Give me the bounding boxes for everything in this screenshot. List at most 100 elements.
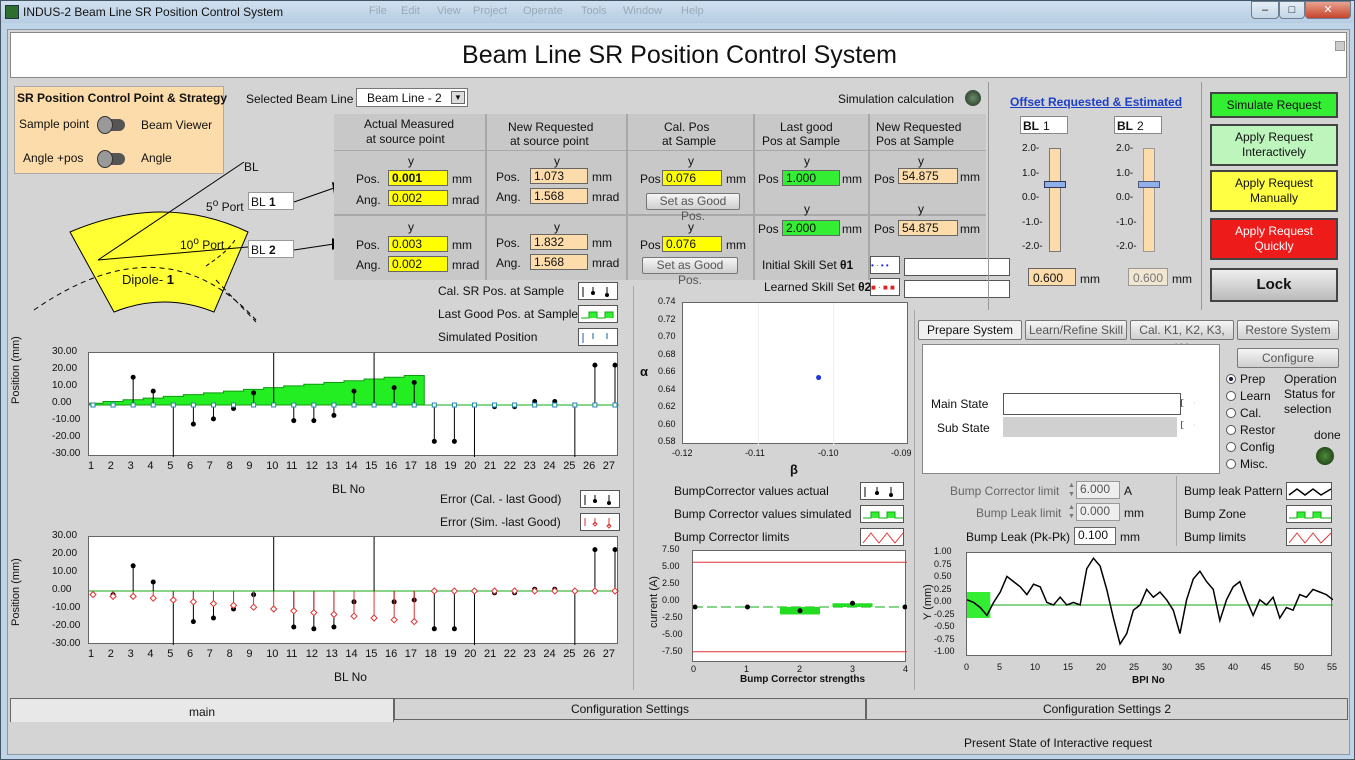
plot1-area[interactable]	[82, 352, 619, 457]
apply-manually-button[interactable]: Apply Request Manually	[1210, 170, 1338, 212]
tick-label: 5	[167, 460, 174, 472]
prepare-system-button[interactable]: Prepare System	[918, 320, 1022, 340]
sample-point-toggle[interactable]	[97, 116, 125, 134]
apply-quickly-button[interactable]: Apply Request Quickly	[1210, 218, 1338, 260]
tick-label: -20.00	[52, 431, 81, 442]
stem-point	[612, 362, 618, 368]
simulate-request-button[interactable]: Simulate Request	[1210, 92, 1338, 118]
tick-label: 30	[1162, 662, 1173, 672]
legend-err-cal-icon	[580, 490, 620, 508]
tick-label: 12	[305, 460, 319, 472]
menu-operate[interactable]: Operate	[523, 5, 563, 17]
port5-text: Port	[218, 200, 244, 214]
tick-label: 17	[404, 648, 418, 660]
bump-plot[interactable]	[692, 550, 908, 662]
menu-tools[interactable]: Tools	[581, 5, 607, 17]
beamline-select[interactable]: Beam Line - 2 ▼	[356, 88, 468, 107]
panel-close-icon[interactable]	[1335, 41, 1345, 51]
close-button[interactable]: ✕	[1305, 1, 1351, 19]
set-good-pos-2-button[interactable]: Set as Good Pos.	[642, 257, 738, 287]
pos-label: Pos	[874, 222, 895, 236]
maximize-button[interactable]: □	[1279, 1, 1305, 19]
offset-bl2-label: BL	[1117, 119, 1133, 133]
new-pos-2-input[interactable]: 1.832	[530, 234, 588, 250]
err-sim-point	[450, 587, 459, 595]
tick-label: -20.00	[52, 620, 81, 631]
header-last-sub: Pos at Sample	[762, 134, 841, 148]
menu-project[interactable]: Project	[473, 5, 507, 17]
apply-quickly-line2: Quickly	[1254, 239, 1294, 253]
pkpk-unit: mm	[1120, 530, 1140, 544]
menu-help[interactable]: Help	[681, 5, 704, 17]
tick-label: 24	[543, 460, 556, 472]
offset-value2-text: 0.600	[1133, 271, 1164, 285]
tick-label: 5	[167, 648, 174, 660]
lock-button[interactable]: Lock	[1210, 268, 1338, 302]
title-bar[interactable]: INDUS-2 Beam Line SR Position Control Sy…	[1, 1, 1354, 23]
corr-limit-value[interactable]: 6.000	[1076, 481, 1120, 499]
radio-restor[interactable]	[1226, 425, 1236, 435]
menu-view[interactable]: View	[437, 5, 461, 17]
radio-learn[interactable]	[1226, 391, 1236, 401]
tick-label: 20	[464, 460, 477, 472]
radio-misc[interactable]	[1226, 459, 1236, 469]
tick-label: 3	[127, 648, 134, 660]
selected-beamline-label: Selected Beam Line	[246, 92, 354, 106]
tick-label: -0.11	[745, 448, 765, 458]
bump-plot-xlabel: Bump Corrector strengths	[740, 674, 866, 685]
misc-label: Misc.	[1240, 457, 1268, 471]
leak-limit-stepper[interactable]: ▲ ▼	[1068, 503, 1076, 521]
learn-refine-button[interactable]: Learn/Refine Skill	[1025, 320, 1127, 340]
beam-viewer-label: Beam Viewer	[141, 118, 213, 132]
minimize-button[interactable]: –	[1251, 1, 1279, 19]
tick-label: 2	[107, 648, 114, 660]
bpi-plot[interactable]	[966, 552, 1334, 656]
tick-label: 10.00	[52, 380, 78, 391]
last-pos-1: 1.000	[782, 170, 840, 186]
configure-button[interactable]: Configure	[1237, 348, 1339, 368]
beamline-select-value: Beam Line - 2	[367, 91, 442, 105]
tab-configuration-settings[interactable]: Configuration Settings	[394, 698, 866, 720]
leak-limit-value[interactable]: 0.000	[1076, 503, 1120, 521]
new-ang-1-input[interactable]: 1.568	[530, 188, 588, 204]
sim-marker	[170, 402, 176, 408]
corr-limit-stepper[interactable]: ▲ ▼	[1068, 481, 1076, 499]
menu-edit[interactable]: Edit	[401, 5, 420, 17]
offset-slider1-track[interactable]	[1049, 148, 1061, 252]
menu-file[interactable]: File	[369, 5, 387, 17]
offset-slider1-thumb[interactable]	[1044, 181, 1066, 189]
y-label: y	[688, 220, 694, 234]
newreq-pos-1-input[interactable]: 54.875	[898, 168, 958, 184]
offset-value1-input[interactable]: 0.600	[1028, 268, 1076, 286]
alpha-beta-plot[interactable]	[682, 302, 908, 445]
radio-config[interactable]	[1226, 442, 1236, 452]
tick-label: -0.09	[891, 448, 912, 458]
header-actual-sub: at source point	[366, 132, 445, 146]
tick-label: 15	[365, 460, 378, 472]
mm-unit: mm	[726, 238, 746, 252]
main-state-label: Main State	[931, 397, 989, 411]
tick-label: 0.00	[934, 596, 952, 606]
bump-pattern-icon	[1286, 482, 1332, 500]
tab-configuration-settings-2[interactable]: Configuration Settings 2	[866, 698, 1348, 720]
restore-system-button[interactable]: Restore System	[1237, 320, 1339, 340]
menu-window[interactable]: Window	[623, 5, 662, 17]
new-ang-2-input[interactable]: 1.568	[530, 254, 588, 270]
tick-label: -1.0-	[1116, 216, 1137, 228]
initial-skill-text: Initial Skill Set	[762, 258, 841, 272]
radio-cal[interactable]	[1226, 408, 1236, 418]
plot2-area[interactable]	[88, 536, 619, 645]
cal-k-button[interactable]: Cal. K1, K2, K3, K4	[1130, 320, 1234, 355]
alpha-plot-ylabel: α	[640, 364, 648, 379]
new-pos-1-input[interactable]: 1.073	[530, 168, 588, 184]
sub-state-arrow-icon	[1181, 421, 1195, 429]
apply-interactively-button[interactable]: Apply Request Interactively	[1210, 124, 1338, 166]
set-good-pos-1-button[interactable]: Set as Good Pos.	[646, 193, 740, 223]
tick-label: 0.70	[658, 331, 676, 341]
tick-label: 22	[503, 460, 517, 472]
tick-label: 26	[583, 648, 596, 660]
chevron-down-icon[interactable]: ▼	[451, 91, 465, 104]
newreq-pos-2-input[interactable]: 54.875	[898, 220, 958, 236]
tab-main[interactable]: main	[10, 698, 394, 722]
radio-prep[interactable]	[1226, 374, 1236, 384]
